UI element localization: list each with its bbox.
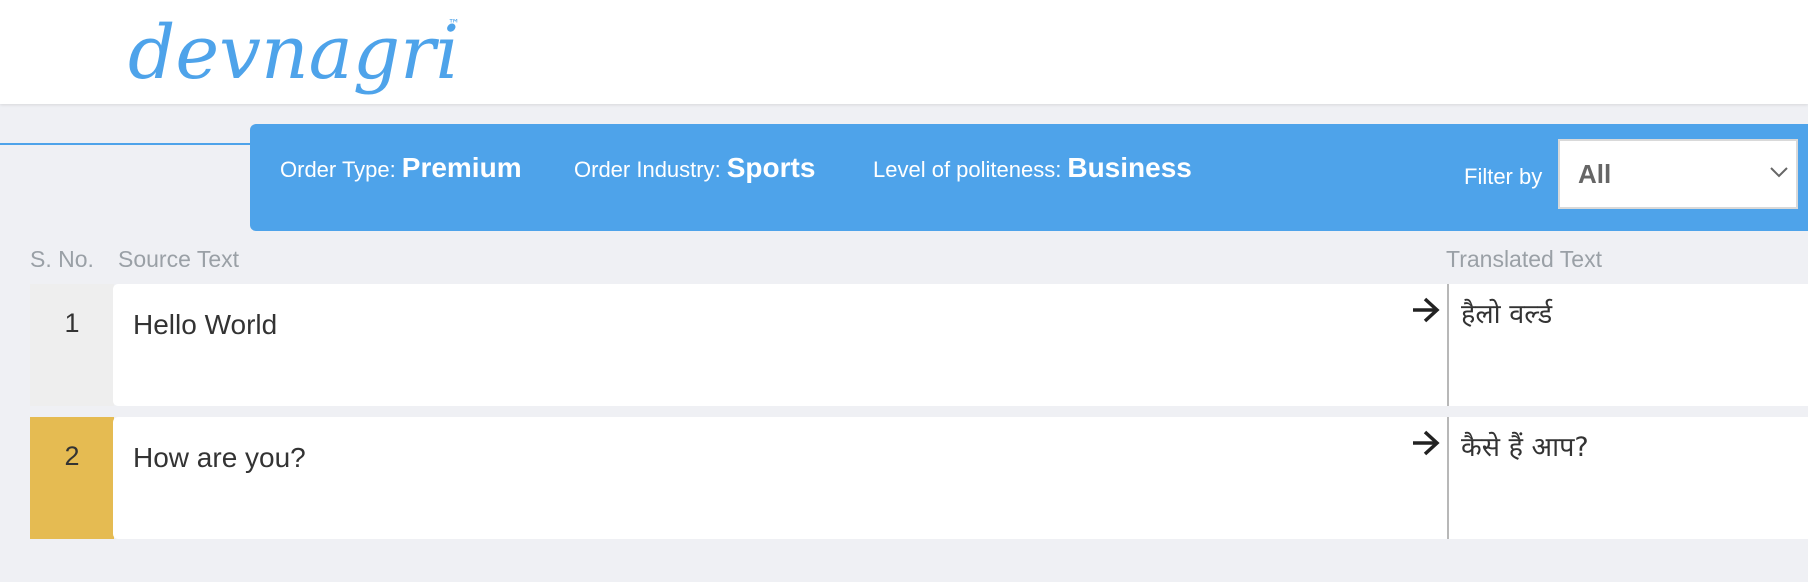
- order-type-value: Premium: [401, 152, 522, 183]
- order-industry: Order Industry: Sports: [574, 152, 815, 184]
- politeness-value: Business: [1067, 152, 1192, 183]
- section-divider: [0, 143, 252, 145]
- serial-number: 2: [64, 441, 80, 471]
- chevron-down-icon: [1770, 167, 1788, 178]
- serial-number: 1: [64, 308, 80, 338]
- translated-text-cell[interactable]: कैसे हैं आप?: [1449, 417, 1808, 539]
- column-header-translated: Translated Text: [1446, 246, 1602, 272]
- column-header-sno: S. No.: [30, 246, 94, 272]
- filter-label: Filter by: [1464, 164, 1543, 189]
- column-header-source: Source Text: [118, 246, 240, 272]
- filter-select[interactable]: All: [1558, 139, 1798, 209]
- trademark-mark: ™: [448, 17, 460, 31]
- top-header: devnagri ™: [0, 0, 1808, 104]
- politeness-level: Level of politeness: Business: [873, 152, 1192, 184]
- logo-text: devnagri: [128, 10, 459, 96]
- serial-number-cell: 1: [30, 284, 114, 406]
- filter-selected-value: All: [1578, 159, 1612, 189]
- source-text: Hello World: [133, 309, 278, 340]
- politeness-label: Level of politeness:: [873, 157, 1062, 182]
- translated-text: हैलो वर्ल्ड: [1461, 299, 1553, 330]
- arrow-right-icon[interactable]: [1410, 296, 1442, 324]
- translated-text-cell[interactable]: हैलो वर्ल्ड: [1449, 284, 1808, 406]
- translated-text: कैसे हैं आप?: [1461, 432, 1589, 463]
- order-industry-value: Sports: [726, 152, 816, 183]
- order-type-label: Order Type:: [280, 157, 396, 182]
- source-text: How are you?: [133, 442, 306, 473]
- order-type: Order Type: Premium: [280, 152, 522, 184]
- serial-number-cell: 2: [30, 417, 114, 539]
- devnagri-logo[interactable]: devnagri ™: [126, 6, 466, 106]
- segment-row[interactable]: 2 How are you? कैसे हैं आप?: [30, 417, 1808, 539]
- segment-row[interactable]: 1 Hello World हैलो वर्ल्ड: [30, 284, 1808, 406]
- source-text-cell[interactable]: Hello World: [113, 284, 1447, 406]
- arrow-right-icon[interactable]: [1410, 429, 1442, 457]
- order-industry-label: Order Industry:: [574, 157, 721, 182]
- order-info-bar: Order Type: Premium Order Industry: Sports…: [250, 124, 1808, 231]
- source-text-cell[interactable]: How are you?: [113, 417, 1447, 539]
